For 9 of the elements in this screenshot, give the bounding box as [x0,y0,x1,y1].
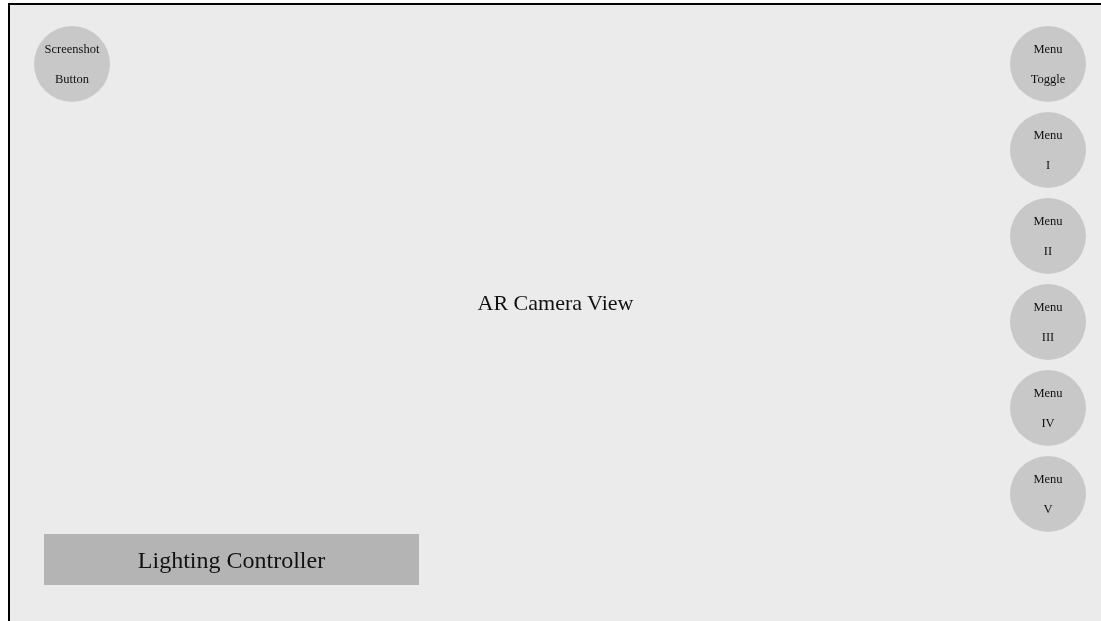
menu-button[interactable]: Menu I [1010,112,1086,188]
menu-button[interactable]: Menu II [1010,198,1086,274]
menu-button[interactable]: Menu III [1010,284,1086,360]
screenshot-button[interactable]: Screenshot Button [34,26,110,102]
menu-button[interactable]: Menu Toggle [1010,26,1086,102]
lighting-controller-button[interactable]: Lighting Controller [44,534,419,585]
camera-view-label: AR Camera View [477,288,634,317]
menu-button[interactable]: Menu IV [1010,370,1086,446]
menu-button[interactable]: Menu V [1010,456,1086,532]
